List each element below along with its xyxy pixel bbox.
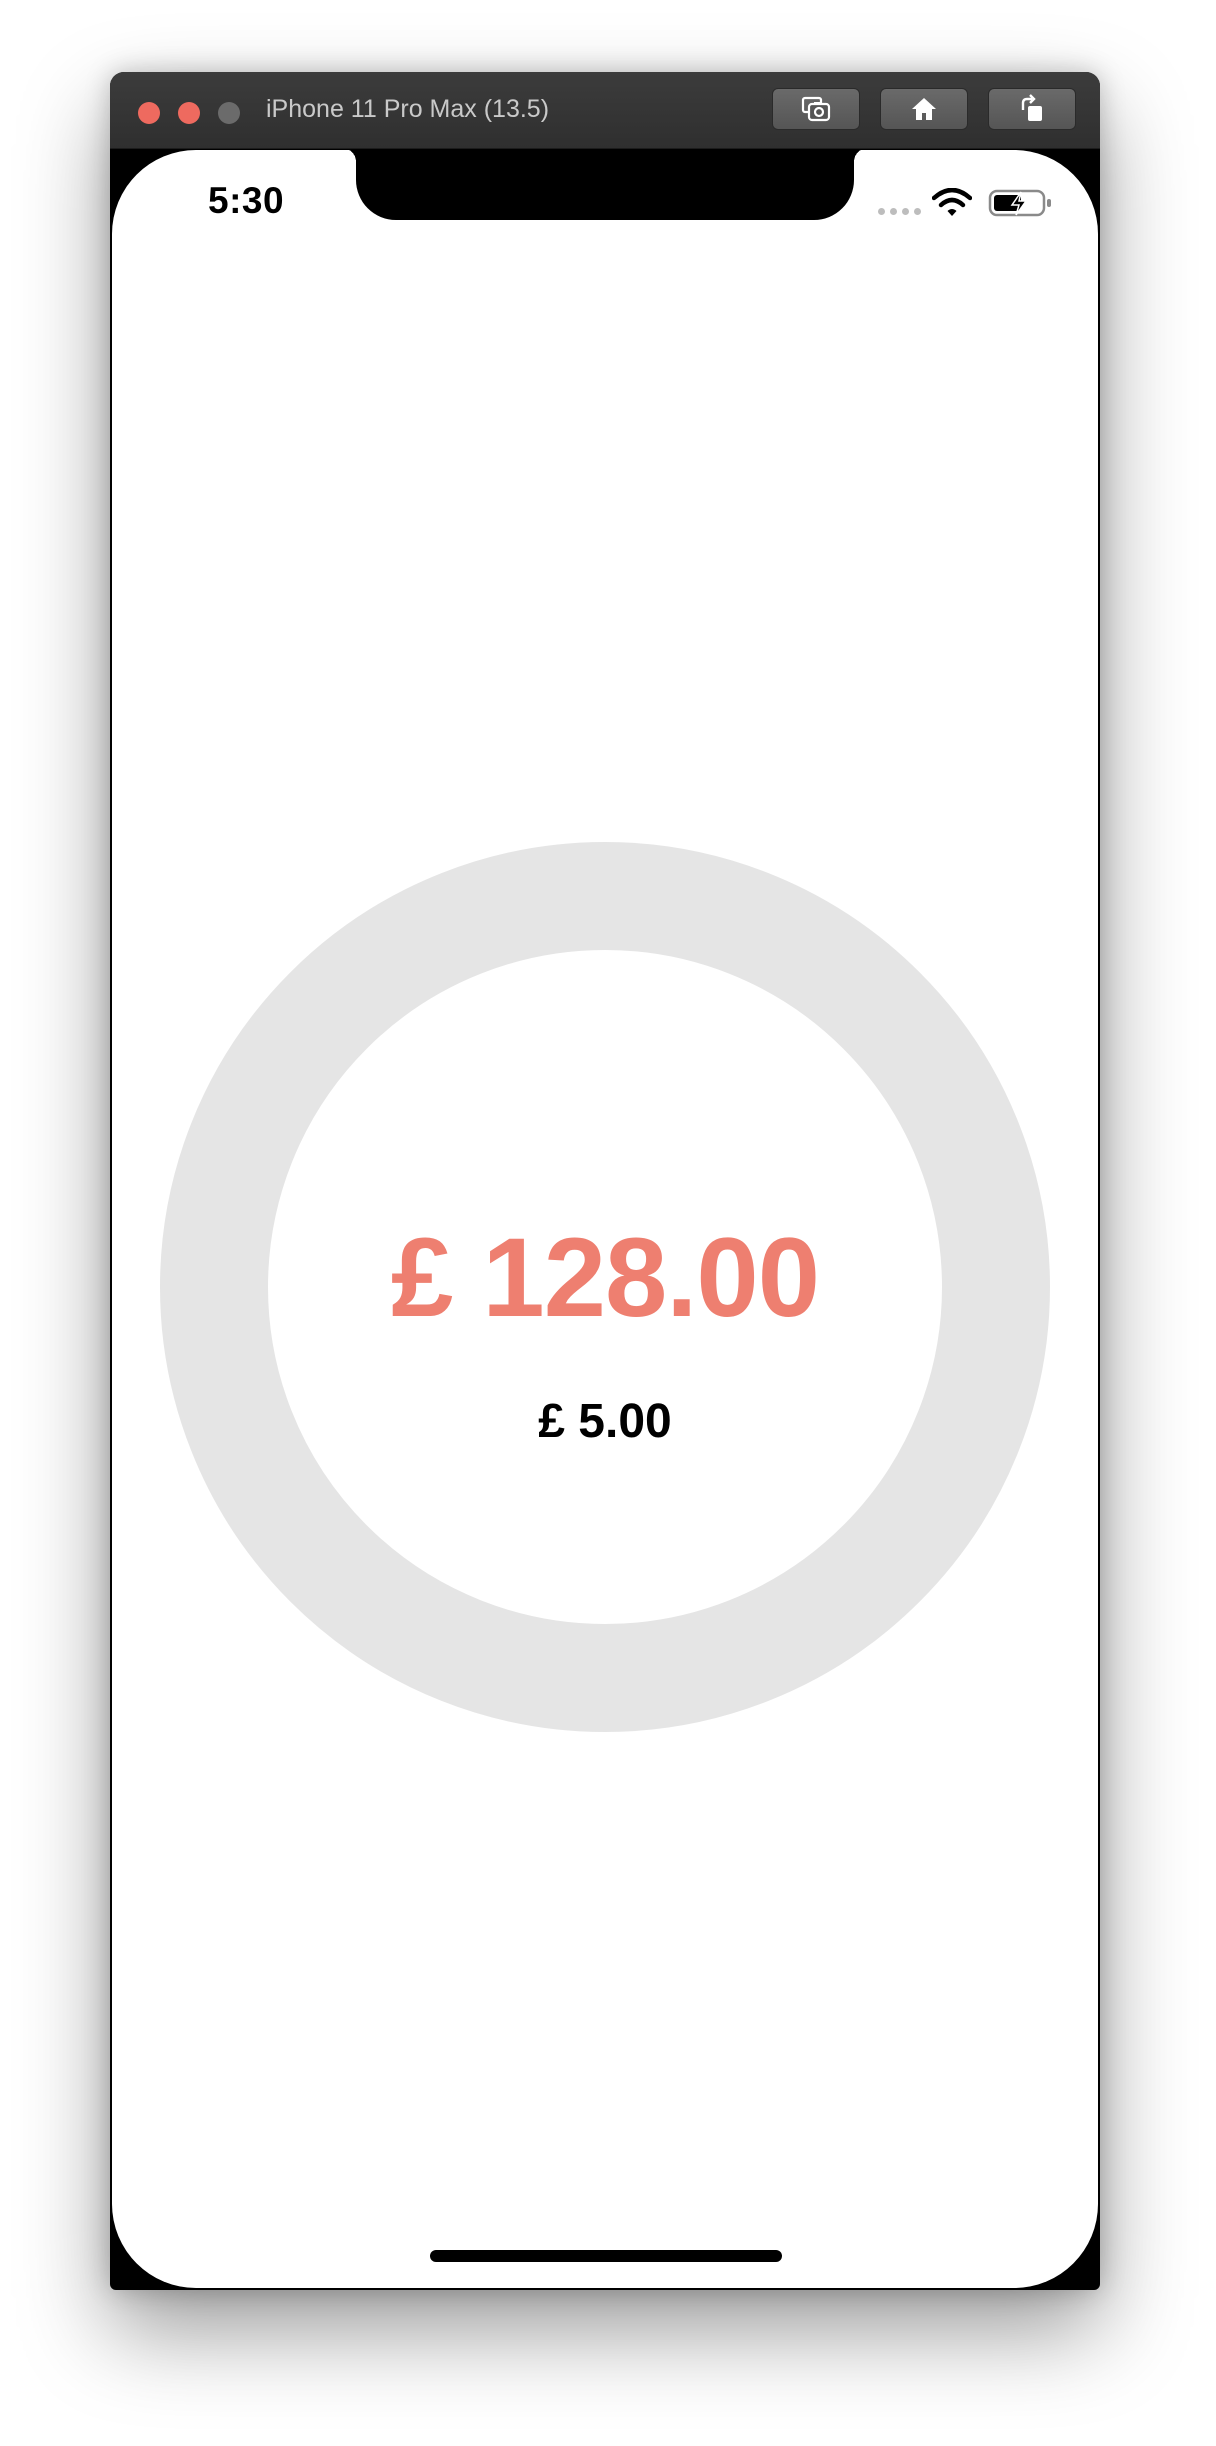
zoom-window-button[interactable] <box>218 102 240 124</box>
rotate-button[interactable] <box>988 88 1076 130</box>
notch <box>342 150 868 220</box>
screenshot-icon <box>801 96 831 122</box>
home-icon <box>912 98 936 120</box>
minimize-window-button[interactable] <box>178 102 200 124</box>
cellular-signal-icon <box>878 208 921 215</box>
balance-meter: £ 128.00 £ 5.00 <box>160 842 1050 1732</box>
secondary-amount: £ 5.00 <box>538 1395 672 1448</box>
home-button[interactable] <box>880 88 968 130</box>
home-indicator[interactable] <box>430 2250 782 2262</box>
screenshot-button[interactable] <box>772 88 860 130</box>
device-screen[interactable]: 5:30 £ 128.00 £ 5.00 <box>112 150 1098 2288</box>
battery-charging-icon <box>988 189 1051 217</box>
simulator-window: iPhone 11 Pro Max (13.5) 5:30 £ 128.00 £… <box>110 72 1100 2290</box>
balance-amount: £ 128.00 <box>391 1215 820 1340</box>
title-bar[interactable]: iPhone 11 Pro Max (13.5) <box>110 72 1100 149</box>
rotate-icon <box>1021 94 1042 121</box>
status-time: 5:30 <box>208 180 285 221</box>
wifi-icon <box>932 188 972 216</box>
close-window-button[interactable] <box>138 102 160 124</box>
window-title: iPhone 11 Pro Max (13.5) <box>266 95 550 123</box>
